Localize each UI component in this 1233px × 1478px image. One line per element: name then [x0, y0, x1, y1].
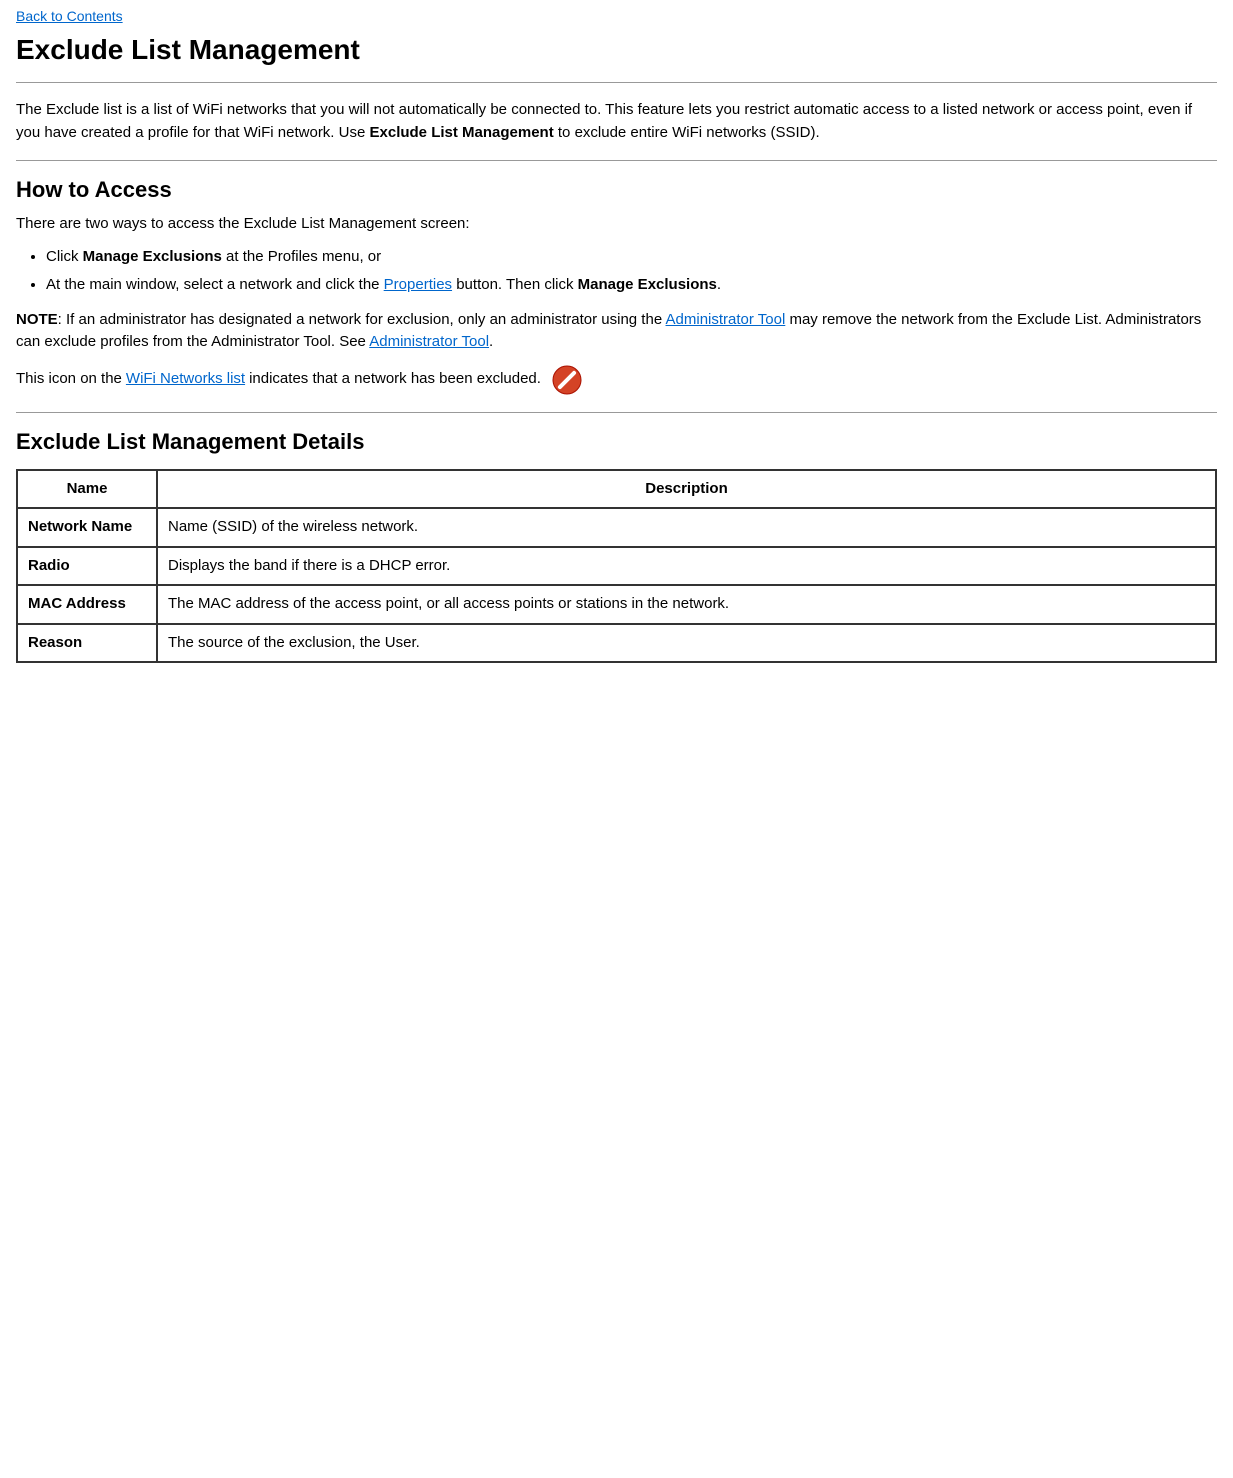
table-row: Network Name Name (SSID) of the wireless… [17, 508, 1216, 547]
details-table: Name Description Network Name Name (SSID… [16, 469, 1217, 664]
admin-tool-link-2[interactable]: Administrator Tool [369, 333, 489, 350]
table-header-row: Name Description [17, 470, 1216, 509]
row-desc-mac-address: The MAC address of the access point, or … [157, 585, 1216, 624]
col-header-description: Description [157, 470, 1216, 509]
col-header-name: Name [17, 470, 157, 509]
how-to-access-list: Click Manage Exclusions at the Profiles … [46, 246, 1217, 297]
bullet1-suffix: at the Profiles menu, or [222, 248, 381, 265]
bullet1-prefix: Click [46, 248, 83, 265]
excluded-icon-row: This icon on the WiFi Networks list indi… [16, 364, 1217, 396]
note-label: NOTE [16, 311, 58, 328]
note-paragraph: NOTE: If an administrator has designated… [16, 309, 1217, 354]
row-name-reason: Reason [17, 624, 157, 663]
bullet2-prefix: At the main window, select a network and… [46, 276, 384, 293]
bullet1-bold: Manage Exclusions [83, 248, 222, 265]
note-text-after: . [489, 333, 493, 350]
intro-bold: Exclude List Management [370, 124, 554, 141]
intro-suffix: to exclude entire WiFi networks (SSID). [554, 124, 820, 141]
table-row: Radio Displays the band if there is a DH… [17, 547, 1216, 586]
table-row: MAC Address The MAC address of the acces… [17, 585, 1216, 624]
note-text-before: : If an administrator has designated a n… [58, 311, 666, 328]
row-name-mac-address: MAC Address [17, 585, 157, 624]
details-heading: Exclude List Management Details [16, 429, 1217, 455]
how-to-access-description: There are two ways to access the Exclude… [16, 213, 1217, 236]
admin-tool-link-1[interactable]: Administrator Tool [666, 311, 786, 328]
divider-1 [16, 82, 1217, 83]
divider-3 [16, 412, 1217, 413]
table-row: Reason The source of the exclusion, the … [17, 624, 1216, 663]
row-desc-radio: Displays the band if there is a DHCP err… [157, 547, 1216, 586]
row-desc-network-name: Name (SSID) of the wireless network. [157, 508, 1216, 547]
divider-2 [16, 160, 1217, 161]
page-title: Exclude List Management [16, 34, 1217, 66]
list-item-1: Click Manage Exclusions at the Profiles … [46, 246, 1217, 269]
row-name-network-name: Network Name [17, 508, 157, 547]
bullet2-middle: button. Then click [452, 276, 578, 293]
excluded-network-icon [551, 364, 583, 396]
back-to-contents-link[interactable]: Back to Contents [16, 8, 1217, 24]
icon-row-prefix: This icon on the [16, 368, 122, 391]
list-item-2: At the main window, select a network and… [46, 274, 1217, 297]
bullet2-suffix: . [717, 276, 721, 293]
icon-row-suffix: indicates that a network has been exclud… [249, 368, 541, 391]
how-to-access-heading: How to Access [16, 177, 1217, 203]
row-name-radio: Radio [17, 547, 157, 586]
wifi-networks-list-link[interactable]: WiFi Networks list [126, 368, 245, 391]
row-desc-reason: The source of the exclusion, the User. [157, 624, 1216, 663]
intro-paragraph: The Exclude list is a list of WiFi netwo… [16, 99, 1217, 144]
bullet2-bold: Manage Exclusions [578, 276, 717, 293]
properties-link[interactable]: Properties [384, 276, 452, 293]
bottom-spacer [16, 673, 1217, 713]
